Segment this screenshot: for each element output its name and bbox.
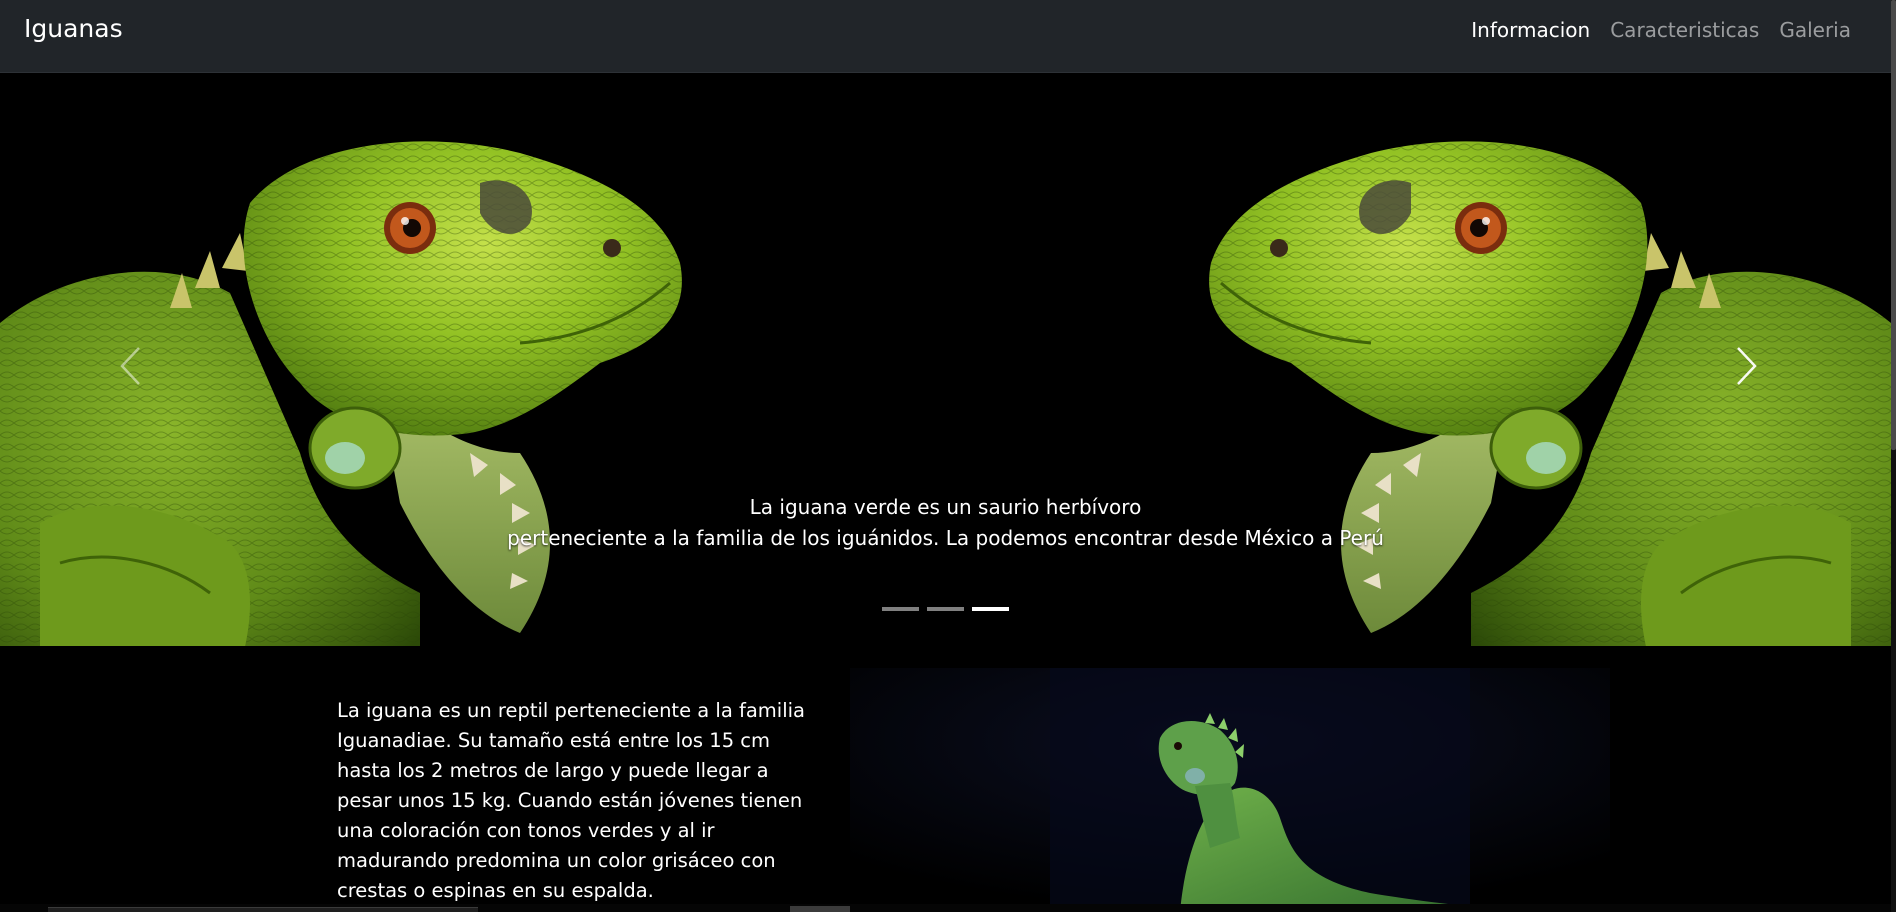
info-paragraph: La iguana es un reptil perteneciente a l… (337, 699, 805, 902)
carousel-indicator-2[interactable] (927, 607, 964, 611)
bottom-element-2 (790, 906, 850, 912)
page: Iguanas Informacion Caracteristicas Gale… (0, 0, 1896, 912)
scrollbar-thumb[interactable] (1891, 0, 1896, 450)
chevron-left-icon (119, 346, 141, 390)
carousel-indicators (0, 607, 1891, 611)
navbar: Iguanas Informacion Caracteristicas Gale… (0, 0, 1891, 73)
nav-link-caracteristicas[interactable]: Caracteristicas (1610, 18, 1759, 42)
carousel-slide-image (0, 73, 1891, 646)
bottom-strip (0, 904, 1891, 912)
nav-links: Informacion Caracteristicas Galeria (1471, 18, 1851, 42)
nav-link-galeria[interactable]: Galeria (1779, 18, 1851, 42)
carousel-next-button[interactable] (1717, 333, 1777, 403)
caption-line-1: La iguana verde es un saurio herbívoro (749, 495, 1142, 519)
scrollbar[interactable] (1891, 0, 1896, 912)
carousel-indicator-1[interactable] (882, 607, 919, 611)
nav-link-informacion[interactable]: Informacion (1471, 18, 1590, 42)
chevron-right-icon (1736, 346, 1758, 390)
info-section: La iguana es un reptil perteneciente a l… (0, 646, 1891, 912)
bottom-element-1 (48, 907, 478, 912)
caption-line-2: perteneciente a la familia de los iguáni… (507, 526, 1384, 550)
carousel-indicator-3[interactable] (972, 607, 1009, 611)
hero-carousel: La iguana verde es un saurio herbívoro p… (0, 73, 1891, 646)
brand-link[interactable]: Iguanas (24, 14, 123, 43)
iguana-photo (850, 668, 1610, 912)
carousel-prev-button[interactable] (100, 333, 160, 403)
carousel-caption: La iguana verde es un saurio herbívoro p… (0, 492, 1891, 554)
